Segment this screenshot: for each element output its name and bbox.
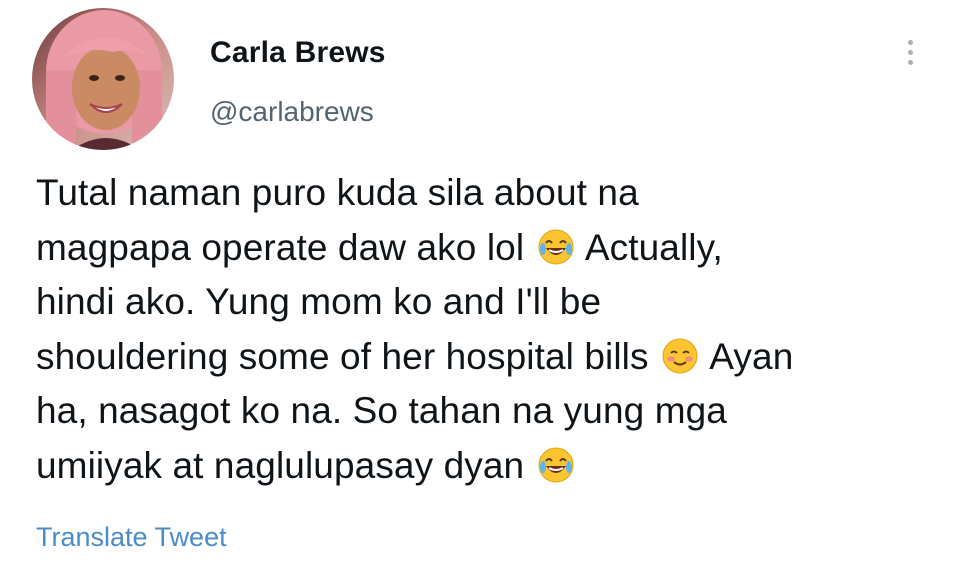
translate-tweet-link[interactable]: Translate Tweet [36, 522, 227, 553]
tweet-text-line: Tutal naman puro kuda sila about na [36, 172, 639, 213]
avatar-photo [32, 8, 174, 150]
smiling-face-icon [662, 338, 698, 373]
vertical-ellipsis-icon [907, 49, 913, 55]
author-display-name[interactable]: Carla Brews [210, 36, 386, 70]
tweet-text-line: hindi ako. Yung mom ko and I'll be [36, 281, 602, 322]
tweet-text-line: shouldering some of her hospital bills A… [36, 335, 794, 377]
tweet-text: Tutal naman puro kuda sila about na magp… [36, 166, 916, 493]
vertical-ellipsis-icon [907, 39, 913, 45]
tweet-text-line: umiiyak at naglulupasay dyan [36, 439, 916, 494]
more-options-button[interactable] [890, 30, 930, 74]
face-with-tears-of-joy-icon [538, 229, 574, 264]
tweet-text-line: ha, nasagot ko na. So tahan na yung mga [36, 390, 727, 431]
vertical-ellipsis-icon [907, 59, 913, 65]
avatar[interactable] [32, 8, 174, 150]
tweet-card: Carla Brews @carlabrews Tutal naman puro… [0, 0, 960, 578]
tweet-text-line: magpapa operate daw ako lol Actually, [36, 226, 723, 268]
author-handle[interactable]: @carlabrews [210, 96, 374, 128]
face-with-tears-of-joy-icon [538, 447, 574, 482]
